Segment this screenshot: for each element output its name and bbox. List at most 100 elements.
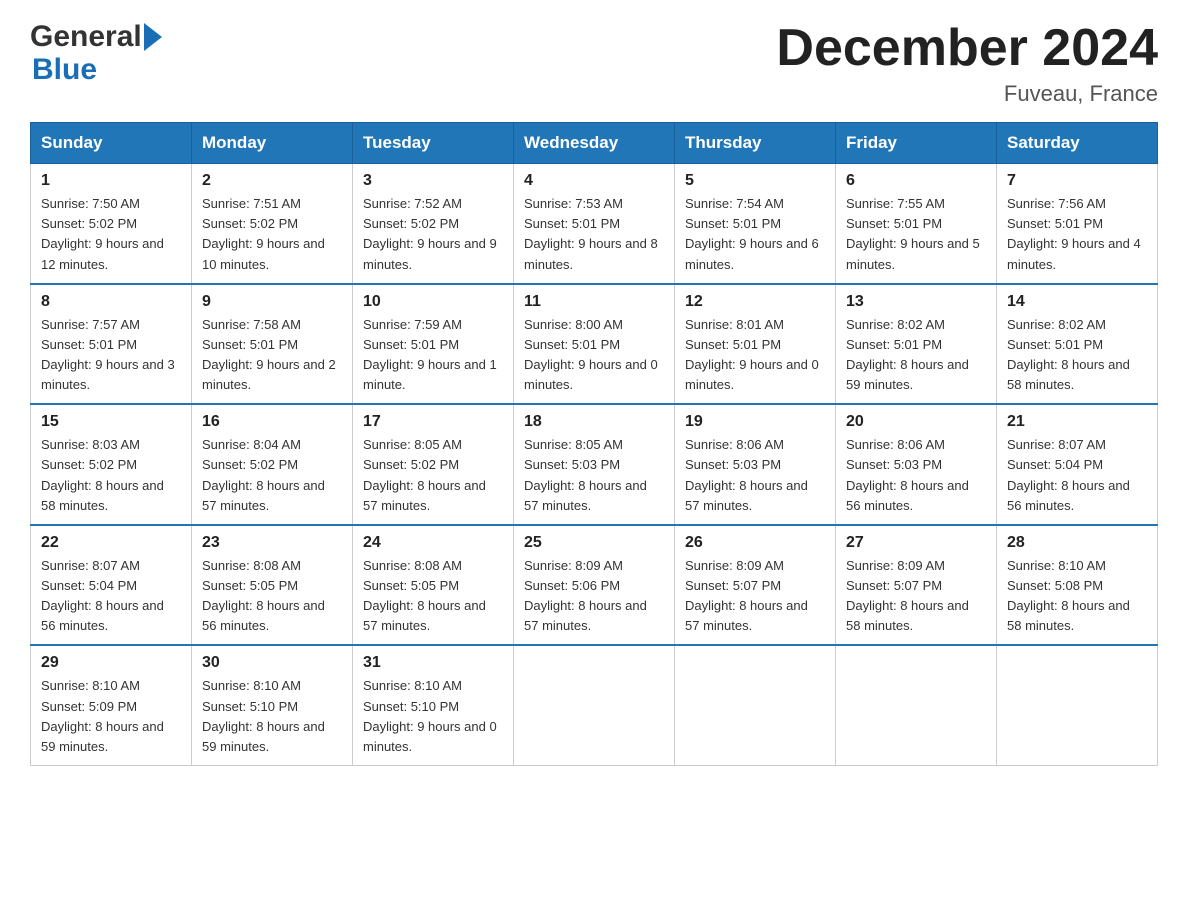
- calendar-day-cell: 19 Sunrise: 8:06 AM Sunset: 5:03 PM Dayl…: [675, 404, 836, 525]
- calendar-day-cell: 16 Sunrise: 8:04 AM Sunset: 5:02 PM Dayl…: [192, 404, 353, 525]
- day-info: Sunrise: 8:07 AM Sunset: 5:04 PM Dayligh…: [1007, 435, 1147, 516]
- day-number: 4: [524, 172, 664, 190]
- calendar-day-cell: 31 Sunrise: 8:10 AM Sunset: 5:10 PM Dayl…: [353, 645, 514, 765]
- day-info: Sunrise: 8:01 AM Sunset: 5:01 PM Dayligh…: [685, 315, 825, 396]
- day-number: 6: [846, 172, 986, 190]
- day-number: 26: [685, 534, 825, 552]
- day-info: Sunrise: 8:08 AM Sunset: 5:05 PM Dayligh…: [363, 556, 503, 637]
- day-number: 31: [363, 654, 503, 672]
- day-info: Sunrise: 8:03 AM Sunset: 5:02 PM Dayligh…: [41, 435, 181, 516]
- calendar-table: SundayMondayTuesdayWednesdayThursdayFrid…: [30, 122, 1158, 766]
- title-block: December 2024 Fuveau, France: [776, 20, 1158, 107]
- day-number: 17: [363, 413, 503, 431]
- calendar-day-cell: 2 Sunrise: 7:51 AM Sunset: 5:02 PM Dayli…: [192, 164, 353, 284]
- day-info: Sunrise: 8:09 AM Sunset: 5:07 PM Dayligh…: [685, 556, 825, 637]
- day-of-week-header: Tuesday: [353, 123, 514, 164]
- calendar-day-cell: 13 Sunrise: 8:02 AM Sunset: 5:01 PM Dayl…: [836, 284, 997, 405]
- calendar-day-cell: 10 Sunrise: 7:59 AM Sunset: 5:01 PM Dayl…: [353, 284, 514, 405]
- logo-blue-text: Blue: [32, 53, 162, 86]
- day-number: 30: [202, 654, 342, 672]
- calendar-day-cell: 15 Sunrise: 8:03 AM Sunset: 5:02 PM Dayl…: [31, 404, 192, 525]
- calendar-day-cell: 24 Sunrise: 8:08 AM Sunset: 5:05 PM Dayl…: [353, 525, 514, 646]
- day-number: 1: [41, 172, 181, 190]
- day-number: 13: [846, 293, 986, 311]
- day-of-week-header: Wednesday: [514, 123, 675, 164]
- day-info: Sunrise: 8:10 AM Sunset: 5:10 PM Dayligh…: [202, 676, 342, 757]
- day-number: 20: [846, 413, 986, 431]
- calendar-day-cell: 9 Sunrise: 7:58 AM Sunset: 5:01 PM Dayli…: [192, 284, 353, 405]
- day-number: 24: [363, 534, 503, 552]
- calendar-day-cell: 7 Sunrise: 7:56 AM Sunset: 5:01 PM Dayli…: [997, 164, 1158, 284]
- day-number: 3: [363, 172, 503, 190]
- day-info: Sunrise: 8:02 AM Sunset: 5:01 PM Dayligh…: [846, 315, 986, 396]
- calendar-day-cell: 1 Sunrise: 7:50 AM Sunset: 5:02 PM Dayli…: [31, 164, 192, 284]
- day-number: 29: [41, 654, 181, 672]
- calendar-day-cell: 17 Sunrise: 8:05 AM Sunset: 5:02 PM Dayl…: [353, 404, 514, 525]
- day-number: 8: [41, 293, 181, 311]
- day-info: Sunrise: 8:05 AM Sunset: 5:03 PM Dayligh…: [524, 435, 664, 516]
- day-info: Sunrise: 8:10 AM Sunset: 5:09 PM Dayligh…: [41, 676, 181, 757]
- calendar-day-cell: 29 Sunrise: 8:10 AM Sunset: 5:09 PM Dayl…: [31, 645, 192, 765]
- day-info: Sunrise: 7:50 AM Sunset: 5:02 PM Dayligh…: [41, 194, 181, 275]
- day-info: Sunrise: 8:04 AM Sunset: 5:02 PM Dayligh…: [202, 435, 342, 516]
- day-number: 16: [202, 413, 342, 431]
- calendar-day-cell: 27 Sunrise: 8:09 AM Sunset: 5:07 PM Dayl…: [836, 525, 997, 646]
- calendar-day-cell: [836, 645, 997, 765]
- calendar-header-row: SundayMondayTuesdayWednesdayThursdayFrid…: [31, 123, 1158, 164]
- calendar-week-row: 15 Sunrise: 8:03 AM Sunset: 5:02 PM Dayl…: [31, 404, 1158, 525]
- day-info: Sunrise: 7:54 AM Sunset: 5:01 PM Dayligh…: [685, 194, 825, 275]
- day-info: Sunrise: 7:58 AM Sunset: 5:01 PM Dayligh…: [202, 315, 342, 396]
- logo: General Blue: [30, 20, 162, 86]
- page-header: General Blue December 2024 Fuveau, Franc…: [30, 20, 1158, 107]
- calendar-week-row: 1 Sunrise: 7:50 AM Sunset: 5:02 PM Dayli…: [31, 164, 1158, 284]
- calendar-day-cell: 12 Sunrise: 8:01 AM Sunset: 5:01 PM Dayl…: [675, 284, 836, 405]
- day-of-week-header: Monday: [192, 123, 353, 164]
- day-number: 10: [363, 293, 503, 311]
- day-info: Sunrise: 8:10 AM Sunset: 5:10 PM Dayligh…: [363, 676, 503, 757]
- day-info: Sunrise: 8:08 AM Sunset: 5:05 PM Dayligh…: [202, 556, 342, 637]
- day-info: Sunrise: 8:09 AM Sunset: 5:07 PM Dayligh…: [846, 556, 986, 637]
- day-info: Sunrise: 7:56 AM Sunset: 5:01 PM Dayligh…: [1007, 194, 1147, 275]
- day-number: 15: [41, 413, 181, 431]
- calendar-day-cell: 11 Sunrise: 8:00 AM Sunset: 5:01 PM Dayl…: [514, 284, 675, 405]
- calendar-day-cell: 22 Sunrise: 8:07 AM Sunset: 5:04 PM Dayl…: [31, 525, 192, 646]
- day-number: 7: [1007, 172, 1147, 190]
- logo-general-text: General: [30, 20, 142, 53]
- day-number: 12: [685, 293, 825, 311]
- day-number: 19: [685, 413, 825, 431]
- day-info: Sunrise: 8:06 AM Sunset: 5:03 PM Dayligh…: [685, 435, 825, 516]
- calendar-day-cell: 14 Sunrise: 8:02 AM Sunset: 5:01 PM Dayl…: [997, 284, 1158, 405]
- day-number: 14: [1007, 293, 1147, 311]
- calendar-day-cell: 5 Sunrise: 7:54 AM Sunset: 5:01 PM Dayli…: [675, 164, 836, 284]
- day-number: 5: [685, 172, 825, 190]
- logo-row1: General: [30, 20, 162, 53]
- calendar-day-cell: 21 Sunrise: 8:07 AM Sunset: 5:04 PM Dayl…: [997, 404, 1158, 525]
- day-of-week-header: Thursday: [675, 123, 836, 164]
- day-number: 9: [202, 293, 342, 311]
- day-info: Sunrise: 8:06 AM Sunset: 5:03 PM Dayligh…: [846, 435, 986, 516]
- calendar-day-cell: 4 Sunrise: 7:53 AM Sunset: 5:01 PM Dayli…: [514, 164, 675, 284]
- day-info: Sunrise: 8:05 AM Sunset: 5:02 PM Dayligh…: [363, 435, 503, 516]
- calendar-day-cell: [675, 645, 836, 765]
- location: Fuveau, France: [776, 81, 1158, 107]
- calendar-day-cell: 23 Sunrise: 8:08 AM Sunset: 5:05 PM Dayl…: [192, 525, 353, 646]
- day-number: 23: [202, 534, 342, 552]
- day-number: 22: [41, 534, 181, 552]
- calendar-week-row: 22 Sunrise: 8:07 AM Sunset: 5:04 PM Dayl…: [31, 525, 1158, 646]
- calendar-day-cell: 8 Sunrise: 7:57 AM Sunset: 5:01 PM Dayli…: [31, 284, 192, 405]
- day-info: Sunrise: 8:09 AM Sunset: 5:06 PM Dayligh…: [524, 556, 664, 637]
- calendar-day-cell: [514, 645, 675, 765]
- calendar-day-cell: [997, 645, 1158, 765]
- calendar-day-cell: 28 Sunrise: 8:10 AM Sunset: 5:08 PM Dayl…: [997, 525, 1158, 646]
- day-info: Sunrise: 8:10 AM Sunset: 5:08 PM Dayligh…: [1007, 556, 1147, 637]
- day-number: 18: [524, 413, 664, 431]
- day-number: 25: [524, 534, 664, 552]
- calendar-day-cell: 30 Sunrise: 8:10 AM Sunset: 5:10 PM Dayl…: [192, 645, 353, 765]
- calendar-day-cell: 3 Sunrise: 7:52 AM Sunset: 5:02 PM Dayli…: [353, 164, 514, 284]
- calendar-day-cell: 26 Sunrise: 8:09 AM Sunset: 5:07 PM Dayl…: [675, 525, 836, 646]
- day-info: Sunrise: 7:51 AM Sunset: 5:02 PM Dayligh…: [202, 194, 342, 275]
- month-title: December 2024: [776, 20, 1158, 77]
- day-info: Sunrise: 8:00 AM Sunset: 5:01 PM Dayligh…: [524, 315, 664, 396]
- day-number: 11: [524, 293, 664, 311]
- day-info: Sunrise: 8:07 AM Sunset: 5:04 PM Dayligh…: [41, 556, 181, 637]
